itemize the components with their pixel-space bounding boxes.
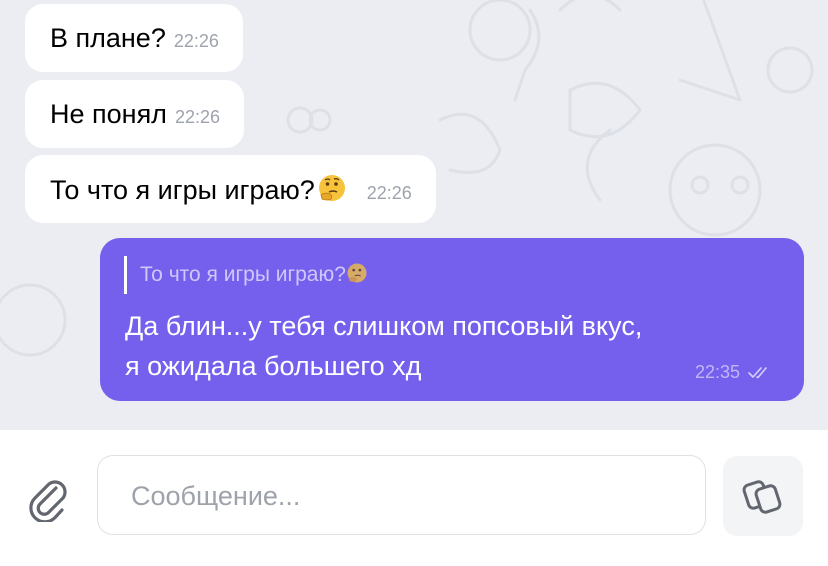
- message-line: я ожидала большего хд: [125, 351, 422, 381]
- chat-area: В плане? 22:26 Не понял 22:26 То что я игр…: [0, 0, 828, 430]
- reply-quote[interactable]: То что я игры играю?: [124, 256, 368, 294]
- message-line: Да блин...у тебя слишком попсовый вкус,: [125, 311, 643, 341]
- sticker-button[interactable]: [723, 456, 803, 536]
- message-input[interactable]: Сообщение...: [97, 455, 706, 535]
- incoming-message[interactable]: То что я игры играю? 22:26: [25, 155, 436, 223]
- quote-text: То что я игры играю?: [140, 263, 346, 286]
- thinking-face-emoji-icon: [318, 175, 345, 201]
- incoming-message[interactable]: Не понял 22:26: [25, 80, 244, 148]
- message-text: Не понял: [50, 99, 167, 129]
- message-text: Да блин...у тебя слишком попсовый вкус, …: [125, 306, 765, 386]
- paperclip-icon[interactable]: [26, 476, 72, 522]
- message-time: 22:35: [694, 362, 740, 382]
- message-time: 22:26: [174, 107, 220, 127]
- message-time: 22:26: [366, 183, 412, 203]
- message-time: 22:26: [173, 31, 219, 51]
- message-text: В плане?: [50, 23, 166, 53]
- message-meta: 22:35: [695, 362, 772, 383]
- incoming-message[interactable]: В плане? 22:26: [25, 4, 243, 72]
- message-text: То что я игры играю?: [50, 175, 315, 205]
- double-check-icon: [748, 366, 767, 378]
- outgoing-message[interactable]: То что я игры играю? Да блин...у тебя сл…: [100, 238, 804, 401]
- message-input-placeholder: Сообщение...: [131, 481, 301, 511]
- sticker-icon: [742, 480, 782, 514]
- thinking-face-emoji-icon: [347, 263, 367, 283]
